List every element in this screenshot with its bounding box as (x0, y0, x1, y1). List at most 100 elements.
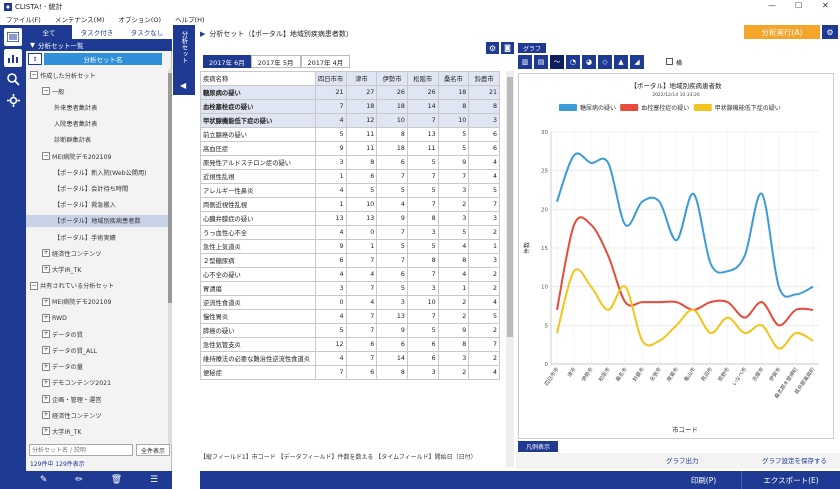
count-cell[interactable]: 6 (345, 169, 378, 184)
count-cell[interactable]: 4 (314, 267, 347, 282)
table-row[interactable]: ２型糖尿病 6 7 7 8 8 3 (200, 253, 500, 268)
count-cell[interactable]: 7 (345, 309, 378, 324)
count-cell[interactable]: 8 (437, 253, 470, 268)
list-view-icon[interactable] (4, 28, 22, 46)
tree-item[interactable]: + 大学IR_TK (26, 425, 168, 437)
column-header[interactable]: 松阪市 (406, 71, 439, 86)
donut-chart-icon[interactable]: ◕ (582, 55, 596, 69)
disease-name-cell[interactable]: ２型糖尿病 (200, 253, 316, 268)
tree-item[interactable]: − 作成した分析セット (26, 69, 168, 81)
count-cell[interactable]: 4 (345, 295, 378, 310)
count-cell[interactable]: 13 (406, 127, 439, 142)
table-row[interactable]: 心臓弁膜症の疑い 13 13 9 8 3 3 (200, 211, 500, 226)
count-cell[interactable]: 13 (345, 211, 378, 226)
count-cell[interactable]: 4 (314, 225, 347, 240)
count-cell[interactable]: 5 (376, 239, 408, 254)
count-cell[interactable]: 2 (468, 281, 500, 296)
table-row[interactable]: 便秘症 7 6 8 3 2 4 (200, 365, 500, 380)
count-cell[interactable]: 0 (314, 295, 347, 310)
count-cell[interactable]: 3 (468, 211, 500, 226)
expand-icon[interactable]: + (42, 346, 50, 355)
disease-name-cell[interactable]: アレルギー性鼻炎 (200, 183, 316, 198)
grid-checkbox[interactable] (666, 58, 673, 65)
count-cell[interactable]: 11 (345, 127, 378, 142)
count-cell[interactable]: 2 (437, 365, 470, 380)
tree-item[interactable]: + デモコンテンツ2021 (26, 377, 168, 389)
count-cell[interactable]: 18 (345, 99, 378, 114)
count-cell[interactable]: 7 (314, 99, 347, 114)
count-cell[interactable]: 8 (406, 253, 439, 268)
count-cell[interactable]: 3 (437, 211, 470, 226)
count-cell[interactable]: 4 (376, 197, 408, 212)
table-row[interactable]: 維持療法の必要な難治性逆流性食道炎 4 7 14 6 3 2 (200, 351, 500, 366)
count-cell[interactable]: 6 (468, 127, 500, 142)
tree-item[interactable]: 外来患者集計表 (26, 101, 168, 113)
list-icon[interactable]: ☰ (150, 475, 158, 485)
count-cell[interactable]: 8 (437, 99, 470, 114)
expand-icon[interactable]: + (42, 378, 50, 387)
run-settings-gear-icon[interactable]: ⚙ (822, 25, 838, 39)
disease-name-cell[interactable]: 甲状腺機能低下症の疑い (200, 113, 316, 128)
tree-item[interactable]: + 経済性コンテンツ (26, 409, 168, 421)
tree-item[interactable]: 【ポータル】地域別疾病患者数 (26, 214, 168, 227)
count-cell[interactable]: 1 (468, 239, 500, 254)
count-cell[interactable]: 5 (406, 323, 439, 338)
count-cell[interactable]: 10 (406, 295, 439, 310)
count-cell[interactable]: 3 (406, 281, 439, 296)
count-cell[interactable]: 8 (376, 365, 408, 380)
count-cell[interactable]: 7 (345, 253, 378, 268)
table-row[interactable]: アレルギー性鼻炎 4 5 5 5 3 5 (200, 183, 500, 198)
count-cell[interactable]: 6 (406, 337, 439, 352)
tree-item[interactable]: 入院患者集計表 (26, 118, 168, 130)
table-row[interactable]: 前立腺癌の疑い 5 11 8 13 5 6 (200, 127, 500, 142)
count-cell[interactable]: 3 (437, 183, 470, 198)
collapse-icon[interactable]: − (30, 71, 38, 79)
disease-name-cell[interactable]: うっ血性心不全 (200, 225, 316, 240)
count-cell[interactable]: 6 (376, 155, 408, 170)
table-row[interactable]: 糖尿病の疑い 21 27 26 26 18 21 (200, 85, 500, 100)
tree-item[interactable]: + 大学IR_TK (26, 263, 168, 275)
count-cell[interactable]: 12 (345, 113, 378, 128)
count-cell[interactable]: 10 (437, 113, 470, 128)
area-chart-icon[interactable]: ▲ (614, 55, 628, 69)
column-header[interactable]: 四日市市 (314, 71, 347, 86)
count-cell[interactable]: 27 (345, 85, 378, 100)
count-cell[interactable]: 2 (437, 295, 470, 310)
count-cell[interactable]: 4 (314, 113, 347, 128)
legend-toggle-button[interactable]: 凡例表示 (518, 441, 558, 452)
count-cell[interactable]: 11 (406, 141, 439, 156)
table-row[interactable]: 血栓塞栓症の疑い 7 18 18 14 8 8 (200, 99, 500, 114)
count-cell[interactable]: 7 (468, 337, 500, 352)
table-row[interactable]: 急性上気道炎 9 1 5 5 4 1 (200, 239, 500, 254)
table-row[interactable]: 高血圧症 9 11 18 11 5 6 (200, 141, 500, 156)
count-cell[interactable]: 4 (468, 155, 500, 170)
tab-period-3[interactable]: 2017年 4月 (300, 55, 351, 68)
disease-name-cell[interactable]: 心不全の疑い (200, 267, 316, 282)
collapse-icon[interactable]: − (42, 152, 50, 160)
disease-name-cell[interactable]: 急性気管支炎 (200, 337, 316, 352)
tab-period-2[interactable]: 2017年 5月 (250, 55, 301, 68)
tab-with-task[interactable]: タスク付き (72, 25, 122, 39)
disease-name-cell[interactable]: 心臓弁膜症の疑い (200, 211, 316, 226)
count-cell[interactable]: 3 (314, 155, 347, 170)
bar-chart-icon[interactable]: ▥ (518, 55, 532, 69)
search-input[interactable] (29, 444, 133, 456)
disease-name-cell[interactable]: 便秘症 (200, 365, 316, 380)
count-cell[interactable]: 6 (345, 337, 378, 352)
menu-maintenance[interactable]: メンテナンス(M) (55, 14, 105, 24)
gear-icon[interactable] (4, 91, 22, 109)
count-cell[interactable]: 5 (468, 309, 500, 324)
export-button[interactable]: エクスポート(E) (742, 471, 840, 489)
sort-field-button[interactable]: 分析セット名 (44, 53, 162, 65)
count-cell[interactable]: 8 (468, 99, 500, 114)
table-row[interactable]: 慢性胃炎 4 7 13 7 2 5 (200, 309, 500, 324)
count-cell[interactable]: 7 (406, 197, 439, 212)
stacked-area-icon[interactable]: ◢ (630, 55, 644, 69)
count-cell[interactable]: 6 (345, 365, 378, 380)
stacked-bar-icon[interactable]: ▤ (534, 55, 548, 69)
count-cell[interactable]: 7 (406, 309, 439, 324)
count-cell[interactable]: 3 (376, 295, 408, 310)
count-cell[interactable]: 3 (468, 253, 500, 268)
count-cell[interactable]: 11 (345, 141, 378, 156)
count-cell[interactable]: 7 (376, 169, 408, 184)
